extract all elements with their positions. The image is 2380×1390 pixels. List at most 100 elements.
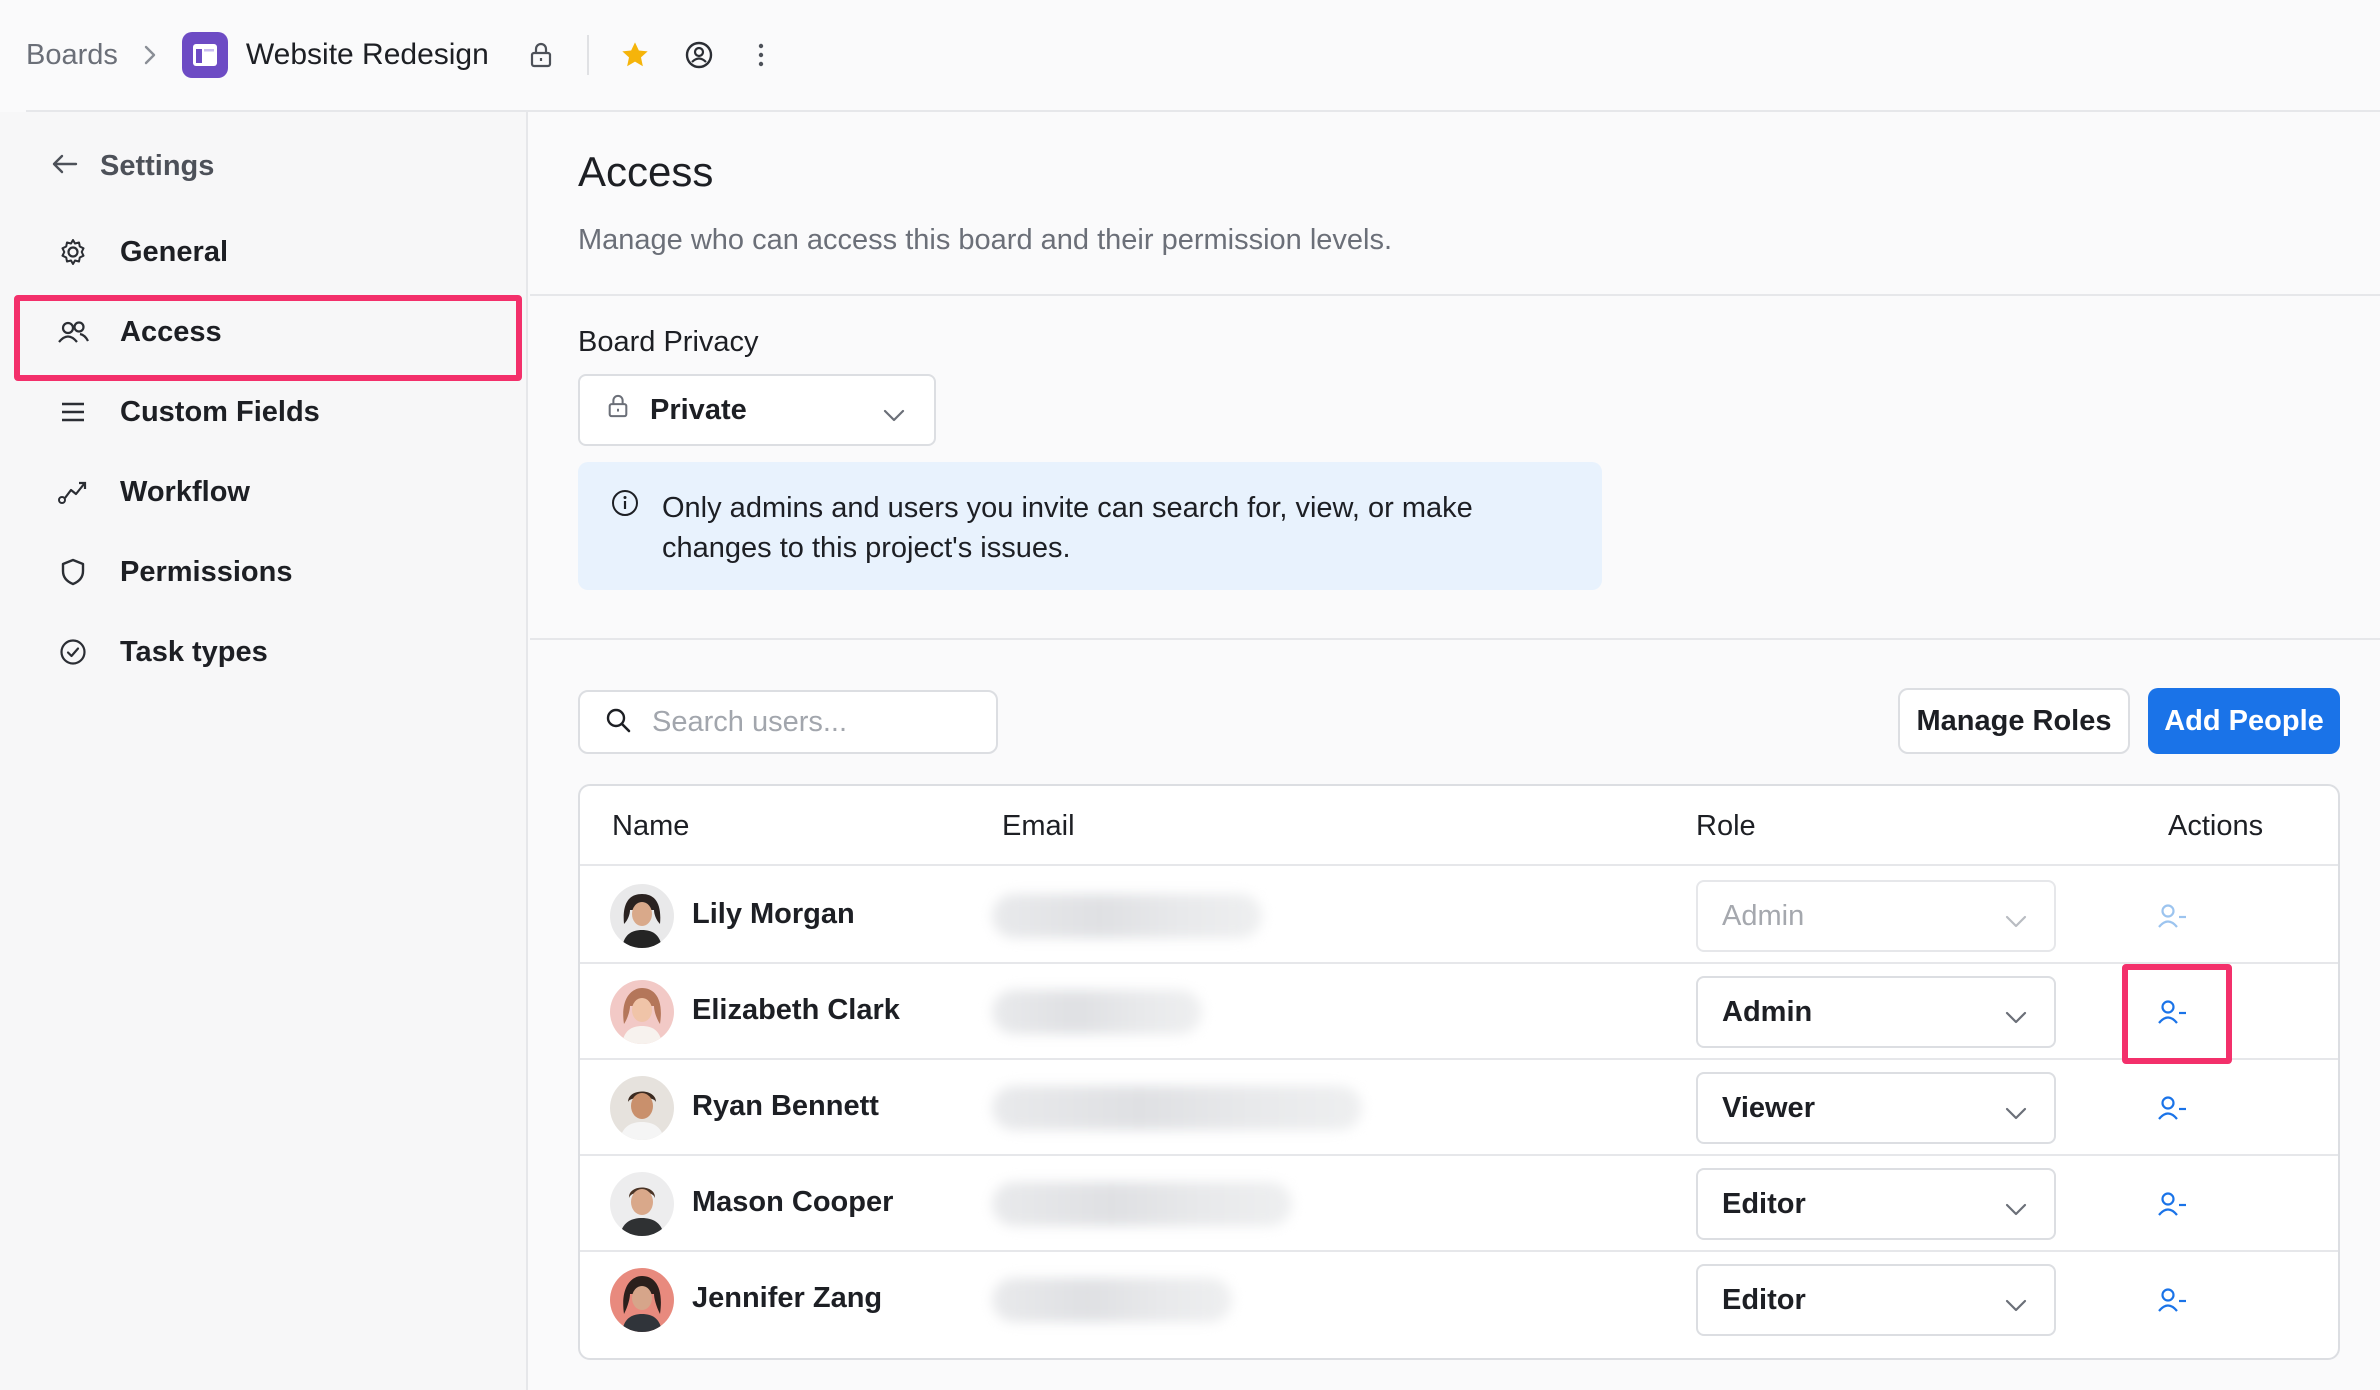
star-icon[interactable] bbox=[615, 35, 655, 75]
shield-icon bbox=[56, 555, 90, 589]
chevron-down-icon bbox=[2004, 1194, 2028, 1227]
remove-user-icon bbox=[2158, 1192, 2186, 1216]
chevron-down-icon bbox=[2004, 1002, 2028, 1035]
avatar bbox=[610, 1172, 674, 1236]
sidebar-item-label: Access bbox=[120, 315, 222, 348]
sidebar-item-label: Task types bbox=[120, 635, 268, 668]
board-icon bbox=[181, 32, 228, 78]
table-header: Name Email Role Actions bbox=[580, 786, 2338, 866]
role-select[interactable]: Editor bbox=[1696, 1264, 2056, 1336]
role-value: Editor bbox=[1722, 1187, 1806, 1220]
remove-user-button[interactable] bbox=[2148, 892, 2196, 940]
list-icon bbox=[56, 395, 90, 429]
remove-user-icon bbox=[2158, 1288, 2186, 1312]
back-to-settings[interactable]: Settings bbox=[50, 150, 214, 183]
user-name: Elizabeth Clark bbox=[692, 994, 900, 1026]
user-name: Lily Morgan bbox=[692, 898, 855, 930]
remove-user-button[interactable] bbox=[2122, 964, 2232, 1064]
section-divider bbox=[530, 638, 2380, 640]
role-select: Admin bbox=[1696, 880, 2056, 952]
top-bar: Boards Website Redesign bbox=[0, 0, 2380, 110]
lock-icon[interactable] bbox=[521, 35, 561, 75]
remove-user-icon bbox=[2158, 904, 2186, 928]
sidebar-item-label: Custom Fields bbox=[120, 395, 320, 428]
table-row: Lily Morgan Admin bbox=[580, 868, 2338, 964]
main-content: Access Manage who can access this board … bbox=[530, 112, 2380, 1390]
chevron-down-icon bbox=[882, 400, 906, 433]
remove-user-button[interactable] bbox=[2148, 1084, 2196, 1132]
remove-user-icon bbox=[2158, 1000, 2186, 1024]
toolbar-divider bbox=[586, 35, 589, 75]
role-value: Editor bbox=[1722, 1283, 1806, 1316]
avatar bbox=[610, 980, 674, 1044]
email-redacted bbox=[992, 990, 1202, 1034]
sidebar-item-label: General bbox=[120, 235, 228, 268]
avatar bbox=[610, 1268, 674, 1332]
board-privacy-label: Board Privacy bbox=[578, 326, 759, 358]
settings-sidebar: Settings General Access Custom Fields Wo… bbox=[0, 112, 528, 1390]
chevron-down-icon bbox=[2004, 1290, 2028, 1323]
role-select[interactable]: Viewer bbox=[1696, 1072, 2056, 1144]
board-privacy-select[interactable]: Private bbox=[578, 374, 936, 446]
settings-nav: General Access Custom Fields Workflow Pe… bbox=[0, 212, 528, 692]
sidebar-item-workflow[interactable]: Workflow bbox=[0, 452, 528, 532]
email-redacted bbox=[992, 894, 1262, 938]
privacy-info-text: Only admins and users you invite can sea… bbox=[662, 492, 1473, 564]
section-divider bbox=[530, 294, 2380, 296]
table-row: Elizabeth Clark Admin bbox=[580, 964, 2338, 1064]
sidebar-item-general[interactable]: General bbox=[0, 212, 528, 292]
chevron-down-icon bbox=[2004, 906, 2028, 939]
chevron-down-icon bbox=[2004, 1098, 2028, 1131]
sidebar-item-task-types[interactable]: Task types bbox=[0, 612, 528, 692]
chevron-right-icon bbox=[142, 43, 158, 67]
column-header-actions: Actions bbox=[2168, 810, 2264, 842]
info-icon bbox=[610, 488, 640, 590]
sidebar-item-label: Permissions bbox=[120, 555, 293, 588]
remove-user-button[interactable] bbox=[2148, 1276, 2196, 1324]
role-value: Viewer bbox=[1722, 1091, 1815, 1124]
add-people-button[interactable]: Add People bbox=[2148, 688, 2340, 754]
more-vertical-icon[interactable] bbox=[741, 35, 781, 75]
role-select[interactable]: Editor bbox=[1696, 1168, 2056, 1240]
search-icon bbox=[604, 706, 632, 739]
back-label: Settings bbox=[100, 150, 215, 182]
role-value: Admin bbox=[1722, 899, 1805, 932]
manage-roles-button[interactable]: Manage Roles bbox=[1898, 688, 2130, 754]
search-users[interactable] bbox=[578, 690, 998, 754]
board-privacy-value: Private bbox=[650, 393, 747, 426]
gear-icon bbox=[56, 235, 90, 269]
remove-user-button[interactable] bbox=[2148, 1180, 2196, 1228]
page-title: Access bbox=[578, 148, 714, 195]
email-redacted bbox=[992, 1182, 1292, 1226]
remove-user-icon bbox=[2158, 1096, 2186, 1120]
email-redacted bbox=[992, 1086, 1362, 1130]
sidebar-item-custom-fields[interactable]: Custom Fields bbox=[0, 372, 528, 452]
users-icon bbox=[56, 315, 90, 349]
page-subtitle: Manage who can access this board and the… bbox=[578, 224, 1393, 256]
table-row: Mason Cooper Editor bbox=[580, 1156, 2338, 1252]
sidebar-item-access[interactable]: Access bbox=[0, 292, 528, 381]
arrow-left-icon bbox=[50, 152, 78, 181]
sidebar-item-label: Workflow bbox=[120, 475, 250, 508]
search-input[interactable] bbox=[652, 705, 992, 739]
users-table: Name Email Role Actions Lily Morgan Admi… bbox=[578, 784, 2340, 1360]
lock-icon bbox=[606, 392, 630, 428]
table-row: Jennifer Zang Editor bbox=[580, 1252, 2338, 1348]
table-row: Ryan Bennett Viewer bbox=[580, 1060, 2338, 1156]
avatar bbox=[610, 1076, 674, 1140]
user-name: Mason Cooper bbox=[692, 1186, 894, 1218]
sidebar-item-permissions[interactable]: Permissions bbox=[0, 532, 528, 612]
user-name: Ryan Bennett bbox=[692, 1090, 879, 1122]
privacy-info-banner: Only admins and users you invite can sea… bbox=[578, 462, 1602, 590]
breadcrumb-boards[interactable]: Boards bbox=[26, 39, 118, 72]
app: Boards Website Redesign Settings General… bbox=[0, 0, 2380, 1390]
watch-icon[interactable] bbox=[679, 35, 719, 75]
email-redacted bbox=[992, 1278, 1232, 1322]
board-title[interactable]: Website Redesign bbox=[246, 38, 489, 72]
workflow-icon bbox=[56, 475, 90, 509]
role-value: Admin bbox=[1722, 995, 1813, 1028]
user-name: Jennifer Zang bbox=[692, 1282, 883, 1314]
role-select[interactable]: Admin bbox=[1696, 976, 2056, 1048]
column-header-name: Name bbox=[612, 810, 690, 842]
avatar bbox=[610, 884, 674, 948]
